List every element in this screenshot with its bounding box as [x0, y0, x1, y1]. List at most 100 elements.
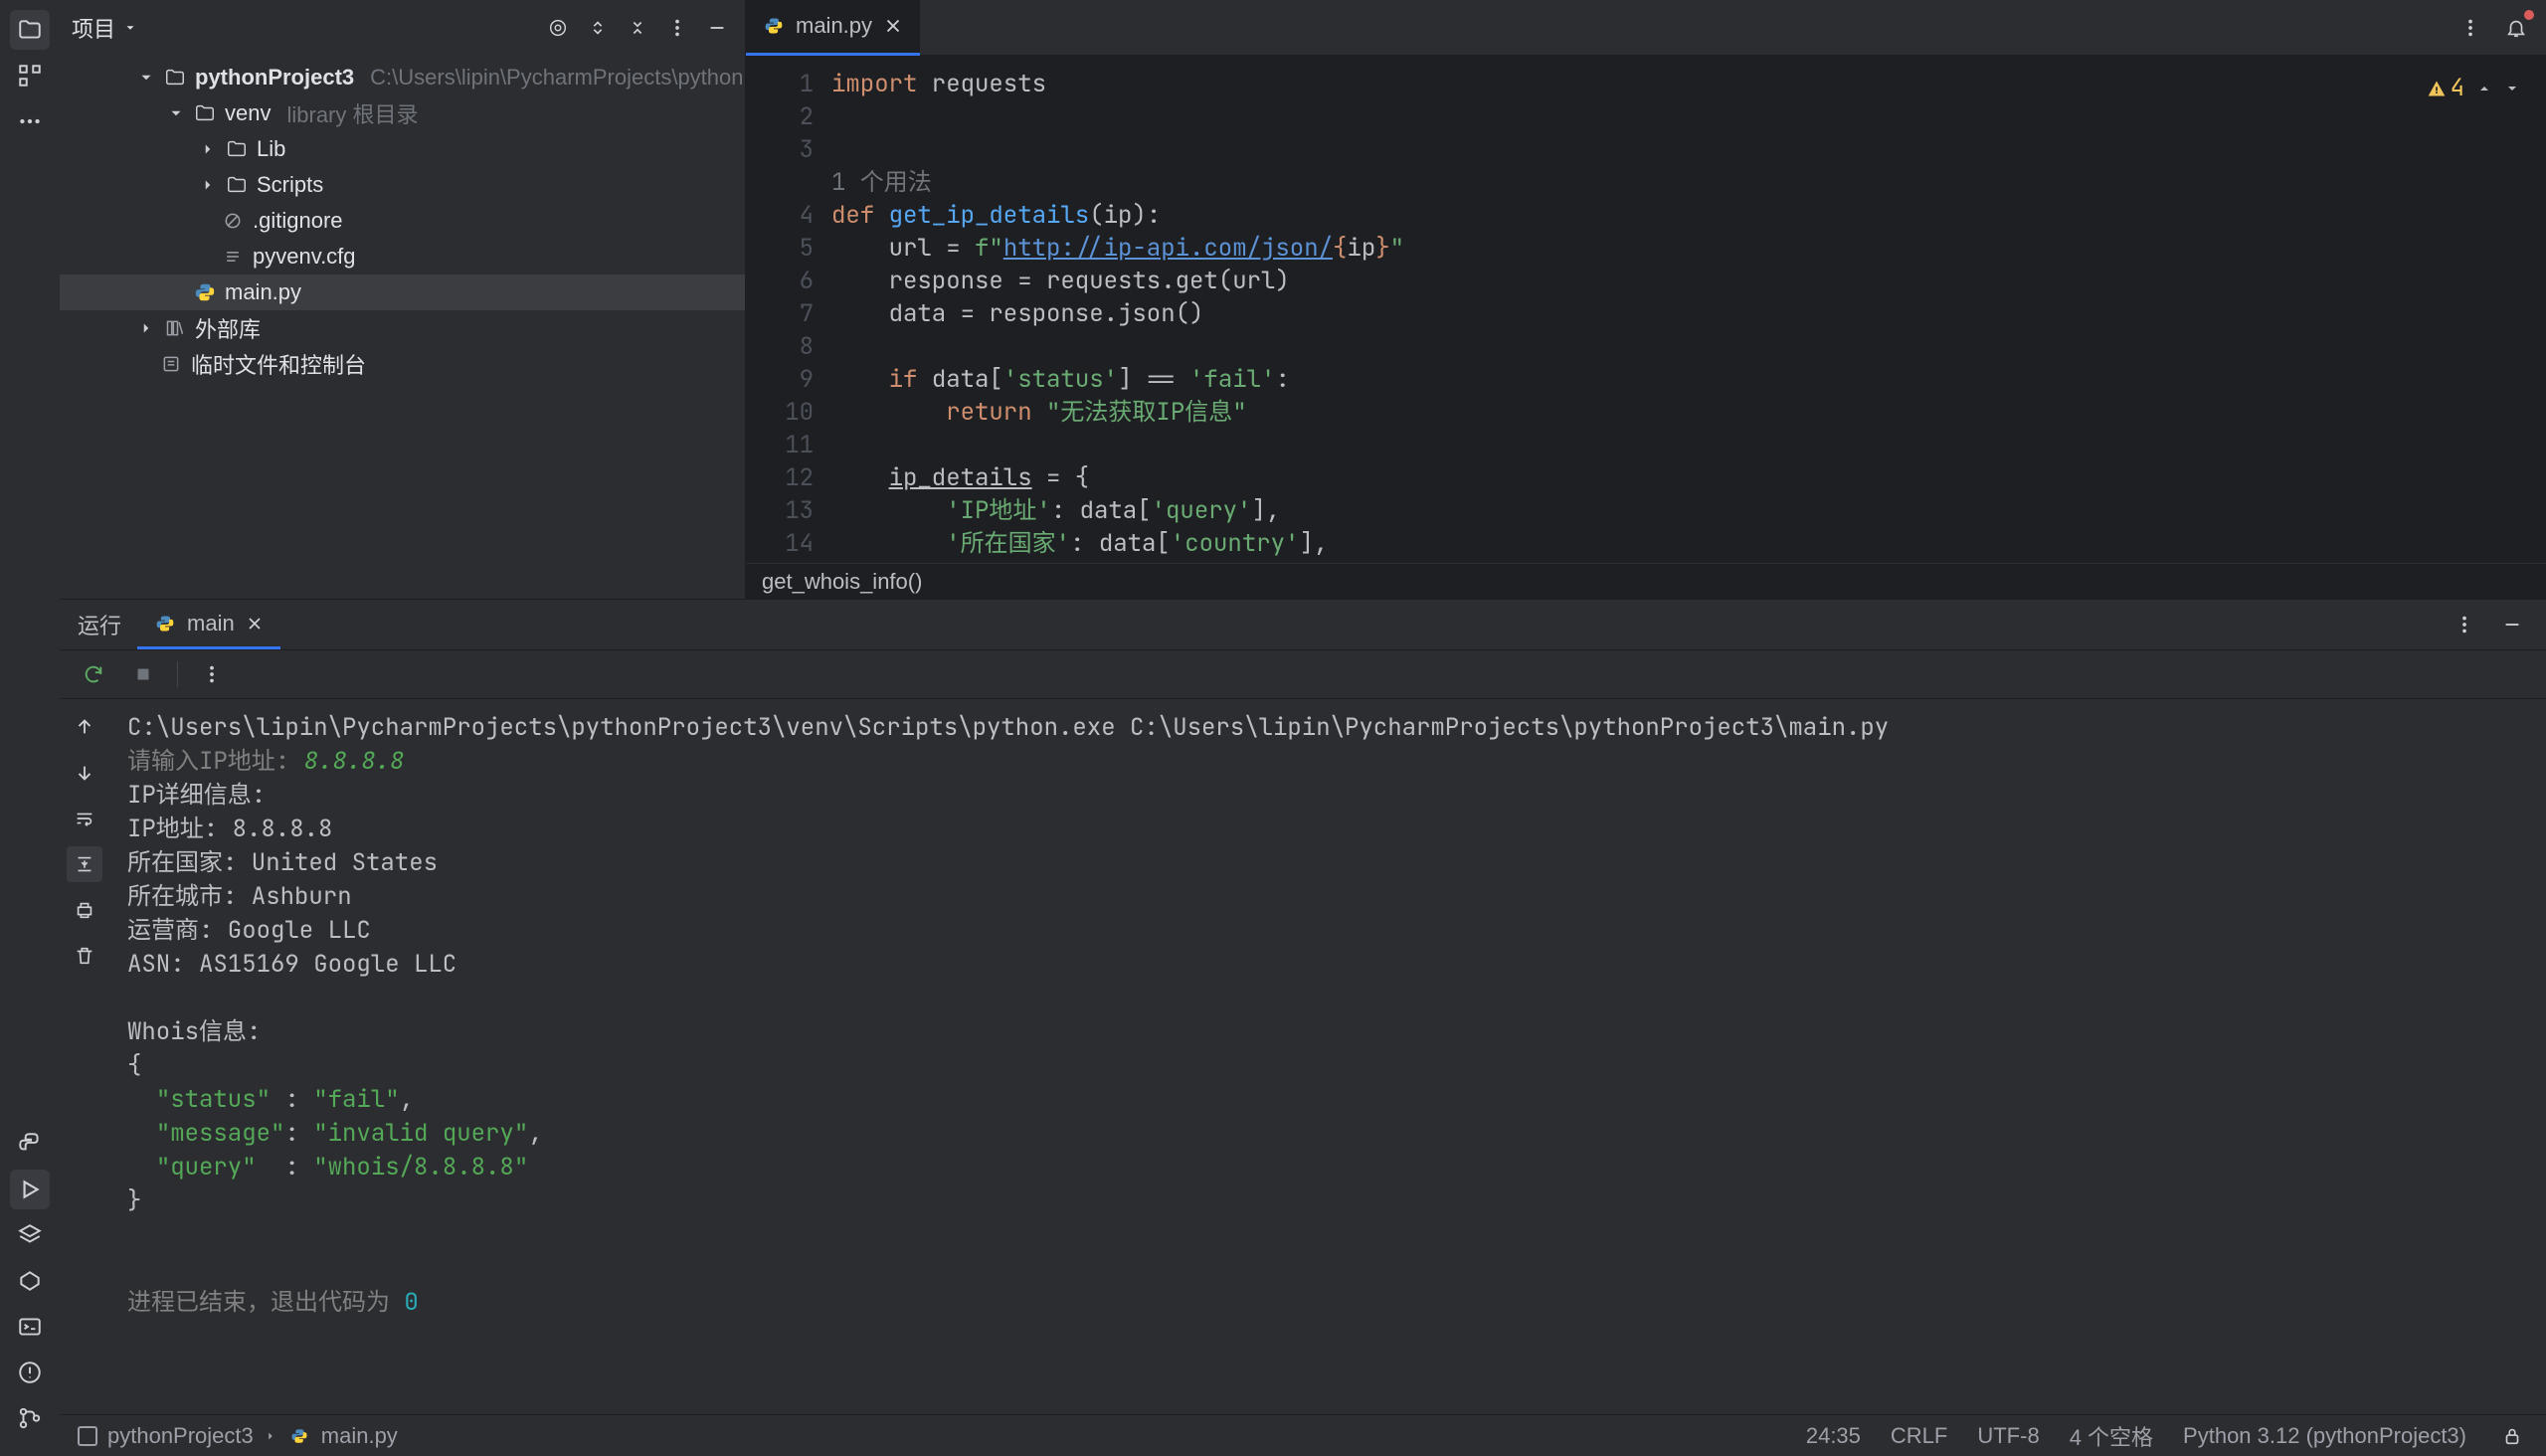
rerun-icon[interactable] — [78, 658, 109, 690]
gitignore-icon — [221, 209, 245, 233]
project-tool-icon[interactable] — [10, 10, 50, 50]
tree-pyvenv[interactable]: pyvenv.cfg — [60, 239, 745, 274]
delete-icon[interactable] — [67, 938, 102, 974]
python-file-icon — [287, 1424, 311, 1448]
tree-scripts[interactable]: Scripts — [60, 167, 745, 203]
structure-tool-icon[interactable] — [10, 56, 50, 95]
tree-scripts-label: Scripts — [257, 172, 323, 198]
stop-icon[interactable] — [127, 658, 159, 690]
down-icon[interactable] — [67, 755, 102, 791]
tree-gitignore[interactable]: .gitignore — [60, 203, 745, 239]
close-tab-icon[interactable] — [882, 15, 904, 37]
tree-external[interactable]: 外部库 — [60, 310, 745, 346]
project-dropdown-label: 项目 — [72, 12, 115, 44]
tree-venv-hint: library 根目录 — [286, 97, 418, 129]
run-toolbar — [60, 649, 2546, 699]
tree-root-path: C:\Users\lipin\PycharmProjects\pythonPro… — [370, 65, 745, 91]
code-content: import requests 1 个用法 def get_ip_details… — [831, 56, 2546, 563]
status-line-sep[interactable]: CRLF — [1891, 1423, 1947, 1449]
collapse-all-icon[interactable] — [622, 12, 653, 44]
minimize-icon[interactable] — [701, 12, 733, 44]
folder-icon — [163, 66, 187, 90]
kebab-menu-icon[interactable] — [2455, 12, 2486, 44]
status-bar: pythonProject3 main.py 24:35 CRLF UTF-8 … — [60, 1414, 2546, 1456]
debug-tool-icon[interactable] — [10, 1261, 50, 1301]
kebab-menu-icon[interactable] — [2449, 609, 2480, 640]
tree-mainpy-label: main.py — [225, 279, 301, 305]
tree-root-label: pythonProject3 — [195, 65, 354, 91]
more-tool-icon[interactable] — [10, 101, 50, 141]
chevron-right-icon — [137, 319, 155, 337]
select-open-file-icon[interactable] — [542, 12, 574, 44]
breadcrumb-text: get_whois_info() — [762, 569, 922, 595]
tree-lib-label: Lib — [257, 136, 285, 162]
close-tab-icon[interactable] — [245, 614, 265, 634]
project-dropdown[interactable]: 项目 — [72, 12, 137, 44]
notifications-icon[interactable] — [2500, 12, 2532, 44]
folder-icon — [193, 101, 217, 125]
breadcrumb-bar[interactable]: get_whois_info() — [746, 563, 2546, 599]
terminal-tool-icon[interactable] — [10, 1307, 50, 1347]
library-icon — [163, 316, 187, 340]
chevron-down-icon[interactable] — [2504, 81, 2520, 96]
folder-icon — [225, 173, 249, 197]
console-output[interactable]: C:\Users\lipin\PycharmProjects\pythonPro… — [109, 699, 2546, 1414]
folder-icon — [225, 137, 249, 161]
tree-root[interactable]: pythonProject3 C:\Users\lipin\PycharmPro… — [60, 60, 745, 95]
tree-venv[interactable]: venv library 根目录 — [60, 95, 745, 131]
tree-lib[interactable]: Lib — [60, 131, 745, 167]
status-caret-pos[interactable]: 24:35 — [1806, 1423, 1861, 1449]
chevron-down-icon — [167, 104, 185, 122]
tree-scratches-label: 临时文件和控制台 — [191, 348, 366, 380]
status-encoding[interactable]: UTF-8 — [1977, 1423, 2039, 1449]
chevron-down-icon — [137, 69, 155, 87]
line-gutter: 123 4567891011121314 — [746, 56, 831, 563]
python-file-icon — [762, 14, 786, 38]
warnings-badge[interactable]: 4 — [2427, 72, 2464, 104]
soft-wrap-icon[interactable] — [67, 801, 102, 836]
services-tool-icon[interactable] — [10, 1215, 50, 1255]
editor-tab-bar: main.py — [746, 0, 2546, 56]
text-file-icon — [221, 245, 245, 269]
problems-tool-icon[interactable] — [10, 1353, 50, 1392]
tree-mainpy[interactable]: main.py — [60, 274, 745, 310]
python-file-icon — [153, 612, 177, 636]
tree-venv-label: venv — [225, 100, 271, 126]
editor-tab-label: main.py — [796, 13, 872, 39]
status-indent[interactable]: 4 个空格 — [2070, 1420, 2153, 1452]
minimize-icon[interactable] — [2496, 609, 2528, 640]
chevron-up-icon[interactable] — [2476, 81, 2492, 96]
status-file[interactable]: main.py — [321, 1423, 398, 1449]
python-console-icon[interactable] — [10, 1124, 50, 1164]
python-file-icon — [193, 280, 217, 304]
print-icon[interactable] — [67, 892, 102, 928]
editor-tab-mainpy[interactable]: main.py — [746, 0, 920, 56]
tree-gitignore-label: .gitignore — [253, 208, 343, 234]
chevron-right-icon — [199, 176, 217, 194]
project-status-icon[interactable] — [78, 1426, 97, 1446]
status-interpreter[interactable]: Python 3.12 (pythonProject3) — [2183, 1423, 2466, 1449]
kebab-menu-icon[interactable] — [661, 12, 693, 44]
project-panel: 项目 — [60, 0, 746, 599]
notification-dot — [2524, 10, 2534, 20]
scratch-icon — [159, 352, 183, 376]
run-header: 运行 main — [60, 600, 2546, 649]
inspection-widget[interactable]: 4 — [2427, 72, 2520, 104]
chevron-down-icon — [123, 21, 137, 35]
code-editor[interactable]: 123 4567891011121314 import requests 1 个… — [746, 56, 2546, 563]
lock-icon[interactable] — [2496, 1420, 2528, 1452]
expand-all-icon[interactable] — [582, 12, 614, 44]
project-tree: pythonProject3 C:\Users\lipin\PycharmPro… — [60, 56, 745, 599]
vcs-tool-icon[interactable] — [10, 1398, 50, 1438]
run-title: 运行 — [78, 609, 121, 640]
chevron-right-icon — [264, 1429, 277, 1443]
kebab-menu-icon[interactable] — [196, 658, 228, 690]
run-tab-main[interactable]: main — [137, 600, 280, 649]
scroll-to-end-icon[interactable] — [67, 846, 102, 882]
up-icon[interactable] — [67, 709, 102, 745]
tree-scratches[interactable]: 临时文件和控制台 — [60, 346, 745, 382]
run-panel: 运行 main — [60, 599, 2546, 1414]
run-tool-icon[interactable] — [10, 1170, 50, 1209]
status-project[interactable]: pythonProject3 — [107, 1423, 254, 1449]
editor-area: main.py 123 4567891011121314 import requ… — [746, 0, 2546, 599]
